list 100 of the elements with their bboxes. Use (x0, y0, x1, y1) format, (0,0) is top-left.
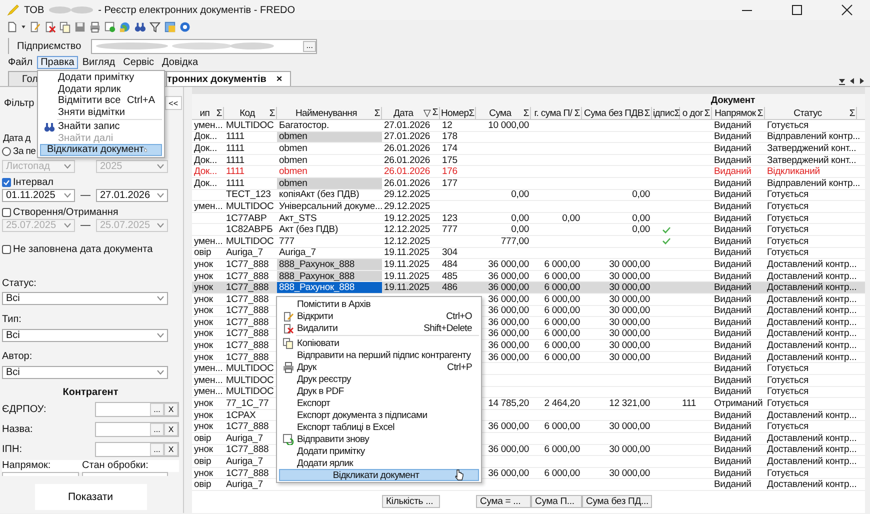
column-header[interactable]: ідписΣ (652, 107, 680, 119)
menu-item[interactable]: Відправити знову (279, 433, 479, 445)
show-button[interactable]: Показати (34, 484, 146, 510)
sum-icon[interactable]: Σ (644, 108, 650, 118)
scroll-right-icon[interactable] (858, 76, 866, 86)
table-cell: Відправлений контр... (767, 178, 860, 189)
menu-item[interactable]: Додати ярлик (40, 84, 162, 95)
close-icon[interactable]: × (276, 74, 282, 84)
table-cell: Док... (194, 131, 217, 142)
menu-item[interactable]: Файл (4, 56, 37, 68)
menu-item[interactable]: Відправити на перший підпис контрагенту (279, 349, 479, 361)
sum-icon[interactable]: Σ (216, 108, 222, 118)
find-icon[interactable] (134, 21, 146, 33)
menu-item[interactable]: Друк Ctrl+P (279, 361, 479, 373)
table-cell: obmen (279, 154, 308, 166)
menu-item[interactable]: Сервіс (119, 56, 158, 68)
enterprise-field[interactable]: ... (91, 38, 318, 54)
menu-item[interactable]: Відкрити Ctrl+O (279, 310, 479, 322)
checkbox[interactable] (2, 244, 11, 254)
radio-button[interactable] (2, 146, 11, 156)
table-cell: Виданий (714, 374, 752, 386)
table-cell: 27.01.2026 (384, 120, 430, 131)
menu-item[interactable]: Додати примітку (40, 72, 162, 84)
sum-icon[interactable]: Σ (523, 108, 529, 118)
menu-item[interactable]: Відкликати документ (279, 469, 479, 481)
menu-item[interactable]: Відмітити все Ctrl+A (40, 95, 162, 106)
menu-item[interactable]: Помістити в Архів (279, 298, 479, 310)
column-header[interactable]: Сума Σ (476, 107, 531, 119)
menu-item[interactable]: Додати примітку (279, 445, 479, 457)
table-cell: Виданий (714, 142, 752, 154)
browse-button[interactable]: ... (303, 40, 316, 52)
tab[interactable]: тронних документів × (166, 71, 292, 86)
tab-list-icon[interactable] (838, 76, 846, 86)
dropdown[interactable]: 01.11.2025 (2, 189, 75, 202)
sum-icon[interactable]: Σ (468, 108, 474, 118)
table-cell: Виданий (714, 363, 752, 374)
table-cell: Док... (194, 154, 217, 166)
menu-item[interactable]: Експорт документа з підписами (279, 409, 479, 421)
table-cell: 1111 (226, 131, 244, 142)
column-header[interactable]: Дата ▽Σ (382, 107, 440, 119)
caret-icon (64, 164, 71, 169)
save-icon[interactable] (74, 21, 86, 33)
table-cell: овір (194, 456, 212, 468)
copy-icon[interactable] (59, 21, 71, 33)
table-cell: унок (194, 294, 213, 305)
caret-icon (64, 223, 71, 228)
sum-icon[interactable]: Σ (757, 108, 763, 118)
table-cell: 6 000,00 (544, 340, 580, 352)
print-icon[interactable] (89, 21, 101, 33)
globe-icon[interactable] (119, 21, 131, 33)
column-header[interactable]: о догΣ (680, 107, 712, 119)
menu-item[interactable]: Друк в PDF (279, 385, 479, 397)
menu-item[interactable]: Додати ярлик (279, 457, 479, 469)
menu-item[interactable]: Друк реєстру (279, 373, 479, 385)
table-cell: Виданий (714, 131, 752, 142)
table-cell: 1C77_888 (226, 258, 269, 270)
menu-item[interactable]: Довідка (158, 56, 202, 68)
menu-item[interactable]: Вигляд (78, 56, 120, 68)
delete-icon[interactable] (44, 21, 56, 33)
table-cell: 1111 (226, 178, 244, 189)
dropdown[interactable]: Всі (2, 292, 168, 305)
sum-icon[interactable]: Σ (432, 107, 438, 119)
menu-item[interactable]: Відкликати документ (40, 144, 162, 156)
dropdown[interactable]: 27.01.2026 (96, 189, 168, 202)
dropdown[interactable]: Всі (2, 329, 168, 342)
table-cell: 30 000,00 (609, 352, 650, 363)
menu-item[interactable]: Експорт таблиці в Excel (279, 421, 479, 433)
column-header[interactable]: ип Σ (192, 107, 224, 119)
sum-icon[interactable]: Σ (849, 108, 855, 118)
menu-item[interactable]: Експорт (279, 397, 479, 409)
column-header[interactable]: Код Σ (224, 107, 277, 119)
menu-item[interactable]: Зняти відмітки (40, 106, 162, 118)
menu-item[interactable]: Правка (36, 56, 78, 68)
edit-icon[interactable] (29, 21, 41, 33)
pencil-icon (6, 3, 20, 17)
sum-icon[interactable]: Σ (269, 108, 275, 118)
sum-icon[interactable]: Σ (574, 108, 580, 118)
table-cell: Виданий (714, 305, 752, 316)
column-header[interactable]: Найменування Σ (277, 107, 382, 119)
table-cell: 0,00 (632, 212, 650, 224)
column-header[interactable]: НомерΣ (440, 107, 476, 119)
sum-icon[interactable]: Σ (374, 108, 380, 118)
table-cell: Виданий (714, 166, 752, 178)
section-title: Контрагент (62, 387, 120, 399)
column-header[interactable]: Напрямок Σ (712, 107, 765, 119)
caret-icon (157, 223, 164, 228)
menu-item[interactable]: Видалити Shift+Delete (279, 322, 479, 334)
dropdown[interactable]: Всі (2, 366, 168, 379)
menu-item[interactable]: Копіювати (279, 337, 479, 349)
column-header[interactable]: г. сума П/ Σ (531, 107, 582, 119)
checkbox[interactable] (2, 178, 11, 186)
column-header[interactable]: Статус Σ (765, 107, 857, 119)
sum-icon[interactable]: Σ (674, 108, 680, 118)
table-cell: Доставлений контр... (767, 444, 857, 456)
menu-item[interactable]: Знайти запис (40, 121, 162, 132)
scroll-left-icon[interactable] (848, 76, 856, 86)
sum-icon[interactable]: Σ (704, 108, 710, 118)
column-header[interactable]: Сума без ПДВΣ (582, 107, 652, 119)
collapse-button[interactable]: << (164, 96, 182, 110)
table-cell: Затверджений конт... (767, 154, 856, 166)
